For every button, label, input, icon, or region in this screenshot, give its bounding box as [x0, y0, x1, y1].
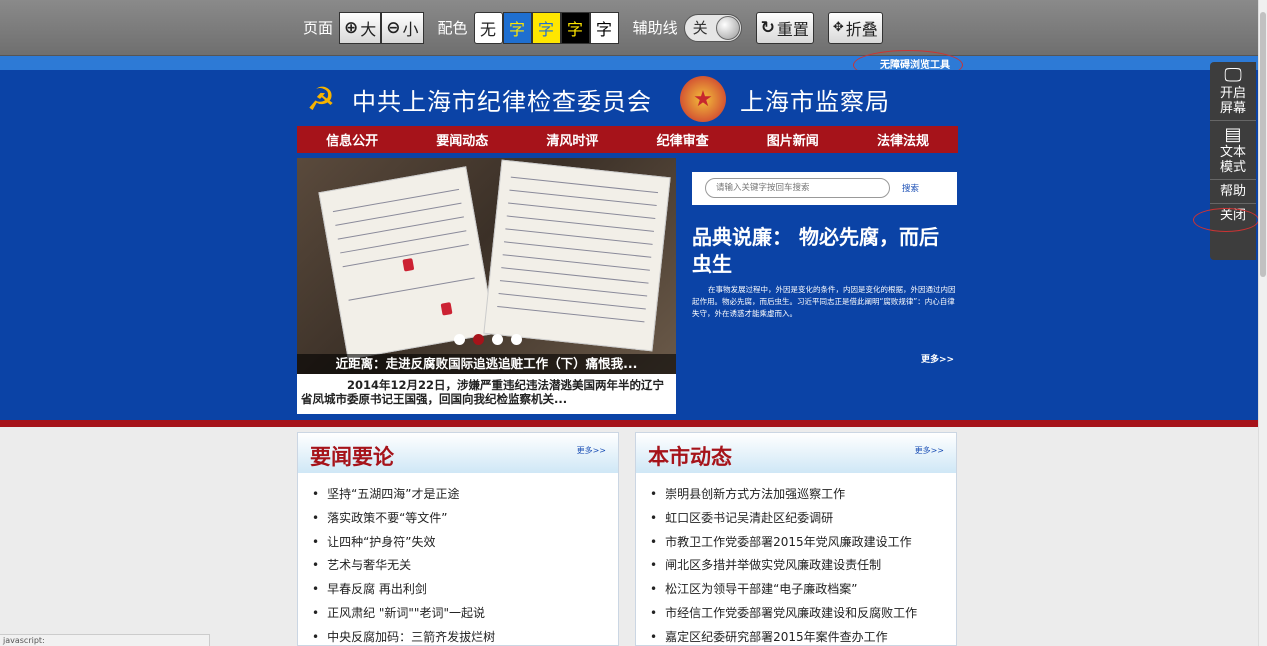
fold-button[interactable]: ✥ 折叠 [827, 11, 883, 44]
color-scheme-group: 无 字 字 字 字 [473, 11, 619, 44]
main-nav: 信息公开 要闻动态 清风时评 纪律审查 图片新闻 法律法规 [297, 126, 958, 153]
help-button[interactable]: 帮助 [1210, 179, 1256, 203]
color-yellow-option[interactable]: 字 [531, 11, 561, 44]
national-emblem-icon: ★ [680, 76, 726, 122]
news-panel-local: 本市动态 更多>> 崇明县创新方式方法加强巡察工作 虹口区委书记吴清赴区纪委调研… [635, 432, 957, 646]
page-zoom-label: 页面 [303, 19, 334, 37]
refresh-icon: ↻ [760, 17, 775, 38]
zoom-in-icon: ⊕ [344, 17, 359, 38]
zoom-out-label: 小 [402, 19, 419, 39]
reset-button[interactable]: ↻ 重置 [755, 11, 814, 44]
panel-header: 本市动态 更多>> [636, 433, 956, 473]
slide-image[interactable] [297, 158, 676, 374]
list-item[interactable]: 虹口区委书记吴清赴区纪委调研 [650, 507, 956, 531]
letter-page-image [483, 159, 671, 352]
list-item[interactable]: 崇明县创新方式方法加强巡察工作 [650, 483, 956, 507]
color-blue-option[interactable]: 字 [502, 11, 532, 44]
slider-dot-active[interactable] [473, 334, 484, 345]
list-item[interactable]: 闸北区多措并举做实党风廉政建设责任制 [650, 554, 956, 578]
accessibility-toolbar: 页面 ⊕ 大 ⊖ 小 配色 无 字 字 字 字 辅助线 关 ↻ 重置 ✥ 折叠 [0, 0, 1258, 56]
list-item[interactable]: 嘉定区纪委研究部署2015年案件查办工作 [650, 626, 956, 645]
bureau-name: 上海市监察局 [740, 87, 890, 116]
org-name: 中共上海市纪律检查委员会 [352, 87, 652, 116]
screen-reader-button[interactable]: 🖵 开启屏幕 [1210, 62, 1256, 120]
help-label: 帮助 [1219, 184, 1246, 199]
text-mode-button[interactable]: ▤ 文本模式 [1210, 120, 1256, 179]
panel-title: 要闻要论 [310, 445, 394, 469]
feature-body: 在事物发展过程中，外因是变化的条件，内因是变化的根据，外因通过内因起作用。物必先… [692, 285, 956, 318]
list-item[interactable]: 落实政策不要“等文件” [312, 507, 618, 531]
party-emblem-icon: ☭ [306, 80, 336, 118]
toggle-knob-icon [715, 15, 740, 40]
zoom-in-label: 大 [360, 19, 377, 39]
list-item[interactable]: 艺术与奢华无关 [312, 554, 618, 578]
zoom-out-button[interactable]: ⊖ 小 [381, 11, 424, 44]
news-panel-key: 要闻要论 更多>> 坚持“五湖四海”才是正途 落实政策不要“等文件” 让四种“护… [297, 432, 619, 646]
search-button[interactable]: 搜索 [902, 182, 919, 194]
search-input[interactable] [705, 178, 890, 198]
guide-line-label: 辅助线 [632, 19, 678, 37]
reset-label: 重置 [776, 19, 809, 39]
color-black-option[interactable]: 字 [560, 11, 590, 44]
list-item[interactable]: 市经信工作党委部署党风廉政建设和反腐败工作 [650, 602, 956, 626]
news-list: 坚持“五湖四海”才是正途 落实政策不要“等文件” 让四种“护身符”失效 艺术与奢… [298, 473, 618, 645]
panel-more-link[interactable]: 更多>> [577, 445, 606, 456]
nav-item-photo-news[interactable]: 图片新闻 [738, 130, 848, 149]
panel-header: 要闻要论 更多>> [298, 433, 618, 473]
text-mode-label: 文本模式 [1219, 145, 1246, 175]
slider-dot[interactable] [454, 334, 465, 345]
nav-item-laws[interactable]: 法律法规 [848, 130, 958, 149]
monitor-icon: 🖵 [1224, 65, 1242, 86]
panel-more-link[interactable]: 更多>> [915, 445, 944, 456]
guide-line-toggle[interactable]: 关 [683, 13, 742, 42]
slide-summary[interactable]: 2014年12月22日，涉嫌严重违纪违法潜逃美国两年半的辽宁省凤城市委原书记王国… [301, 378, 673, 406]
color-scheme-label: 配色 [437, 19, 468, 37]
nav-item-commentary[interactable]: 清风时评 [517, 130, 627, 149]
header-divider [0, 420, 1258, 427]
zoom-group: ⊕ 大 ⊖ 小 [339, 11, 424, 44]
site-title-row: ☭ 中共上海市纪律检查委员会 ★ 上海市监察局 [298, 76, 890, 122]
screen-reader-label: 开启屏幕 [1219, 86, 1246, 116]
list-item[interactable]: 让四种“护身符”失效 [312, 531, 618, 555]
list-item[interactable]: 正风肃纪 "新词""老词"一起说 [312, 602, 618, 626]
list-item[interactable]: 中央反腐加码：三箭齐发拔烂树 [312, 626, 618, 645]
slide-caption[interactable]: 近距离：走进反腐败国际追逃追赃工作（下）痛恨我... [297, 354, 676, 374]
feature-more-link[interactable]: 更多>> [921, 352, 954, 365]
zoom-out-icon: ⊖ [386, 17, 401, 38]
letter-page-image [318, 166, 496, 360]
nav-item-discipline[interactable]: 纪律审查 [628, 130, 738, 149]
panel-title: 本市动态 [648, 445, 732, 469]
guide-line-state: 关 [692, 19, 708, 37]
browser-status-bar: javascript: [0, 634, 210, 646]
news-list: 崇明县创新方式方法加强巡察工作 虹口区委书记吴清赴区纪委调研 市教卫工作党委部署… [636, 473, 956, 645]
search-box: 搜索 [692, 172, 957, 205]
list-item[interactable]: 松江区为领导干部建“电子廉政档案” [650, 578, 956, 602]
slider-dot[interactable] [511, 334, 522, 345]
nav-item-info[interactable]: 信息公开 [297, 130, 407, 149]
color-none-option[interactable]: 无 [473, 11, 503, 44]
color-white-option[interactable]: 字 [589, 11, 619, 44]
list-item[interactable]: 市教卫工作党委部署2015年党风廉政建设工作 [650, 531, 956, 555]
move-icon: ✥ [832, 20, 844, 35]
slider-dot[interactable] [492, 334, 503, 345]
feature-headline[interactable]: 品典说廉： 物必先腐，而后虫生 [692, 224, 958, 278]
list-item[interactable]: 早春反腐 再出利剑 [312, 578, 618, 602]
fold-label: 折叠 [845, 19, 878, 39]
top-strip [0, 56, 1258, 70]
news-slider: 近距离：走进反腐败国际追逃追赃工作（下）痛恨我... 2014年12月22日，涉… [297, 158, 676, 414]
document-icon: ▤ [1224, 124, 1242, 145]
scrollbar-thumb[interactable] [1260, 12, 1266, 277]
list-item[interactable]: 坚持“五湖四海”才是正途 [312, 483, 618, 507]
vertical-scrollbar[interactable] [1258, 0, 1267, 646]
highlight-oval [1193, 208, 1259, 232]
zoom-in-button[interactable]: ⊕ 大 [339, 11, 382, 44]
nav-item-news[interactable]: 要闻动态 [407, 130, 517, 149]
slider-pagination [454, 334, 522, 345]
